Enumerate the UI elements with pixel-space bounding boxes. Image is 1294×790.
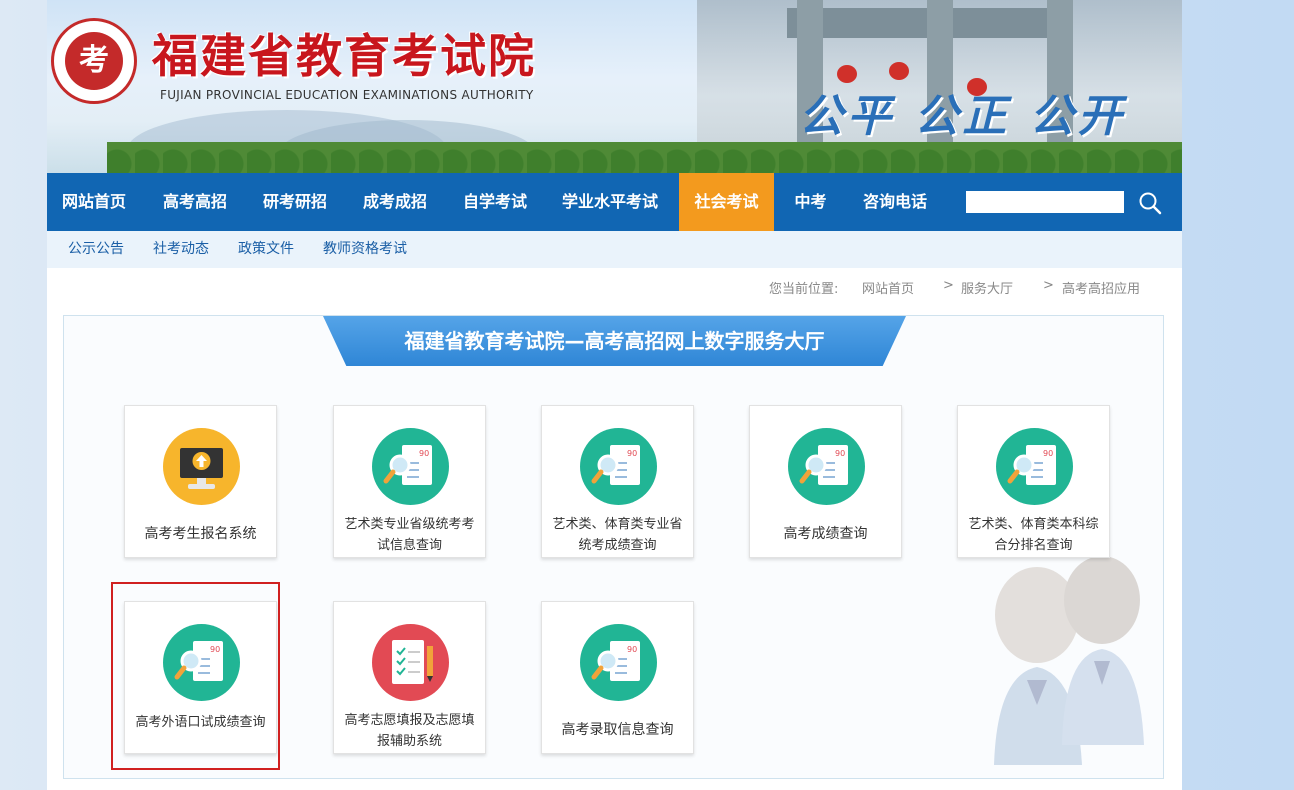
nav-item-yankao[interactable]: 研考研招 (247, 173, 343, 231)
site-title[interactable]: 福建省教育考试院 (152, 20, 536, 86)
score-search-icon: 90 (580, 428, 657, 505)
trees-decoration (107, 142, 1182, 173)
exam-authority-seal-icon[interactable]: 考 (51, 18, 137, 104)
lantern-icon (889, 62, 909, 80)
svg-text:90: 90 (1043, 449, 1053, 458)
subnav-item-policy[interactable]: 政策文件 (238, 231, 294, 268)
card-label: 高考录取信息查询 (561, 722, 674, 738)
subnav-item-notice[interactable]: 公示公告 (68, 231, 124, 268)
selection-highlight (111, 582, 280, 770)
nav-item-shehui[interactable]: 社会考试 (679, 173, 774, 231)
service-card-admission-info[interactable]: 90 高考录取信息查询 (541, 601, 694, 754)
service-hall-title: 福建省教育考试院—高考高招网上数字服务大厅 (323, 316, 906, 366)
nav-item-gaokao[interactable]: 高考高招 (147, 173, 243, 231)
card-label: 艺术类、体育类专业省统考成绩查询 (552, 517, 683, 553)
svg-text:90: 90 (627, 449, 637, 458)
sub-nav: 公示公告 社考动态 政策文件 教师资格考试 (47, 231, 1182, 268)
breadcrumb-current: 高考高招应用 (1062, 282, 1141, 297)
service-card-volunteer-system[interactable]: 高考志愿填报及志愿填报辅助系统 (333, 601, 486, 754)
breadcrumb-home[interactable]: 网站首页 (862, 278, 914, 297)
score-search-icon: 90 (788, 428, 865, 505)
service-card-art-exam-info[interactable]: 90 艺术类专业省级统考考试信息查询 (333, 405, 486, 558)
nav-item-zixue[interactable]: 自学考试 (447, 173, 543, 231)
nav-item-phone[interactable]: 咨询电话 (847, 173, 943, 231)
seal-center: 考 (65, 32, 123, 90)
service-card-gaokao-score[interactable]: 90 高考成绩查询 (749, 405, 902, 558)
nav-item-zhongkao[interactable]: 中考 (782, 173, 839, 231)
score-search-icon: 90 (996, 428, 1073, 505)
nav-item-chengkao[interactable]: 成考成招 (347, 173, 443, 231)
search-input[interactable] (966, 191, 1124, 213)
svg-text:90: 90 (835, 449, 845, 458)
form-pencil-icon (372, 624, 449, 701)
search-icon[interactable] (1137, 190, 1163, 216)
slogan: 公平 公正 公开 (799, 91, 1126, 142)
breadcrumb-prefix: 您当前位置: (769, 282, 839, 297)
svg-text:90: 90 (627, 645, 637, 654)
service-card-registration[interactable]: 高考考生报名系统 (124, 405, 277, 558)
site-subtitle: FUJIAN PROVINCIAL EDUCATION EXAMINATIONS… (160, 88, 534, 102)
breadcrumb-separator: > (1043, 278, 1054, 293)
nav-item-xueye[interactable]: 学业水平考试 (547, 173, 673, 231)
customer-service-agents-icon (994, 556, 1144, 765)
computer-upload-icon (163, 428, 240, 505)
nav-item-home[interactable]: 网站首页 (47, 173, 141, 231)
score-search-icon: 90 (580, 624, 657, 701)
score-search-icon: 90 (372, 428, 449, 505)
card-label: 高考考生报名系统 (144, 526, 257, 542)
card-label: 高考成绩查询 (783, 526, 868, 542)
subnav-item-news[interactable]: 社考动态 (153, 231, 209, 268)
service-card-art-sport-score[interactable]: 90 艺术类、体育类专业省统考成绩查询 (541, 405, 694, 558)
page: 考 福建省教育考试院 FUJIAN PROVINCIAL EDUCATION E… (47, 0, 1182, 790)
service-card-ranking[interactable]: 90 艺术类、体育类本科综合分排名查询 (957, 405, 1110, 558)
subnav-item-teacher-exam[interactable]: 教师资格考试 (323, 231, 407, 268)
card-label: 艺术类、体育类本科综合分排名查询 (968, 517, 1099, 553)
header-banner: 考 福建省教育考试院 FUJIAN PROVINCIAL EDUCATION E… (47, 0, 1182, 173)
breadcrumb-service-hall[interactable]: 服务大厅 (961, 278, 1013, 297)
breadcrumb-separator: > (943, 278, 954, 293)
card-label: 艺术类专业省级统考考试信息查询 (344, 517, 475, 553)
svg-text:90: 90 (419, 449, 429, 458)
card-label: 高考志愿填报及志愿填报辅助系统 (344, 713, 475, 749)
